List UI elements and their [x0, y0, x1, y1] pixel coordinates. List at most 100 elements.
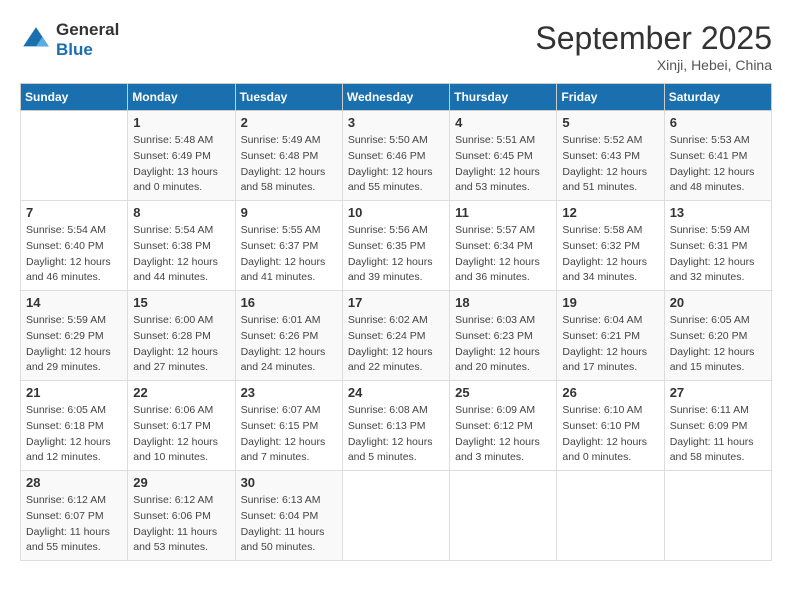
- day-number: 16: [241, 295, 337, 310]
- calendar-cell: 13 Sunrise: 5:59 AMSunset: 6:31 PMDayligh…: [664, 201, 771, 291]
- title-block: September 2025 Xinji, Hebei, China: [535, 20, 772, 73]
- page-header: General Blue September 2025 Xinji, Hebei…: [20, 20, 772, 73]
- day-number: 15: [133, 295, 229, 310]
- calendar-cell: 20 Sunrise: 6:05 AMSunset: 6:20 PMDayligh…: [664, 291, 771, 381]
- location-subtitle: Xinji, Hebei, China: [535, 57, 772, 73]
- day-info: Sunrise: 6:09 AMSunset: 6:12 PMDaylight:…: [455, 403, 551, 466]
- day-number: 7: [26, 205, 122, 220]
- calendar-cell: 18 Sunrise: 6:03 AMSunset: 6:23 PMDayligh…: [450, 291, 557, 381]
- day-info: Sunrise: 6:06 AMSunset: 6:17 PMDaylight:…: [133, 403, 229, 466]
- day-number: 21: [26, 385, 122, 400]
- calendar-table: SundayMondayTuesdayWednesdayThursdayFrid…: [20, 83, 772, 561]
- calendar-cell: 22 Sunrise: 6:06 AMSunset: 6:17 PMDayligh…: [128, 381, 235, 471]
- calendar-cell: 29 Sunrise: 6:12 AMSunset: 6:06 PMDayligh…: [128, 471, 235, 561]
- day-number: 29: [133, 475, 229, 490]
- day-number: 22: [133, 385, 229, 400]
- calendar-cell: 19 Sunrise: 6:04 AMSunset: 6:21 PMDayligh…: [557, 291, 664, 381]
- day-number: 11: [455, 205, 551, 220]
- calendar-cell: [664, 471, 771, 561]
- header-friday: Friday: [557, 84, 664, 111]
- day-number: 26: [562, 385, 658, 400]
- day-number: 18: [455, 295, 551, 310]
- day-info: Sunrise: 5:54 AMSunset: 6:38 PMDaylight:…: [133, 223, 229, 286]
- day-info: Sunrise: 5:57 AMSunset: 6:34 PMDaylight:…: [455, 223, 551, 286]
- day-number: 5: [562, 115, 658, 130]
- day-info: Sunrise: 5:52 AMSunset: 6:43 PMDaylight:…: [562, 133, 658, 196]
- day-number: 2: [241, 115, 337, 130]
- day-info: Sunrise: 6:11 AMSunset: 6:09 PMDaylight:…: [670, 403, 766, 466]
- day-number: 8: [133, 205, 229, 220]
- calendar-cell: 11 Sunrise: 5:57 AMSunset: 6:34 PMDayligh…: [450, 201, 557, 291]
- day-number: 23: [241, 385, 337, 400]
- calendar-cell: [342, 471, 449, 561]
- header-wednesday: Wednesday: [342, 84, 449, 111]
- calendar-cell: 3 Sunrise: 5:50 AMSunset: 6:46 PMDaylight…: [342, 111, 449, 201]
- day-info: Sunrise: 6:03 AMSunset: 6:23 PMDaylight:…: [455, 313, 551, 376]
- calendar-cell: 4 Sunrise: 5:51 AMSunset: 6:45 PMDaylight…: [450, 111, 557, 201]
- day-info: Sunrise: 5:59 AMSunset: 6:31 PMDaylight:…: [670, 223, 766, 286]
- calendar-week-row: 14Sunrise: 5:59 AMSunset: 6:29 PMDayligh…: [21, 291, 772, 381]
- day-info: Sunrise: 6:10 AMSunset: 6:10 PMDaylight:…: [562, 403, 658, 466]
- calendar-cell: 12Sunrise: 5:58 AMSunset: 6:32 PMDayligh…: [557, 201, 664, 291]
- day-number: 3: [348, 115, 444, 130]
- day-number: 10: [348, 205, 444, 220]
- day-number: 30: [241, 475, 337, 490]
- header-saturday: Saturday: [664, 84, 771, 111]
- day-number: 1: [133, 115, 229, 130]
- calendar-cell: 17Sunrise: 6:02 AMSunset: 6:24 PMDayligh…: [342, 291, 449, 381]
- day-number: 20: [670, 295, 766, 310]
- header-tuesday: Tuesday: [235, 84, 342, 111]
- calendar-cell: [450, 471, 557, 561]
- calendar-header-row: SundayMondayTuesdayWednesdayThursdayFrid…: [21, 84, 772, 111]
- day-number: 24: [348, 385, 444, 400]
- day-info: Sunrise: 5:50 AMSunset: 6:46 PMDaylight:…: [348, 133, 444, 196]
- day-info: Sunrise: 5:54 AMSunset: 6:40 PMDaylight:…: [26, 223, 122, 286]
- day-info: Sunrise: 6:07 AMSunset: 6:15 PMDaylight:…: [241, 403, 337, 466]
- logo-icon: [20, 24, 52, 56]
- day-number: 17: [348, 295, 444, 310]
- calendar-cell: 15 Sunrise: 6:00 AMSunset: 6:28 PMDayligh…: [128, 291, 235, 381]
- day-info: Sunrise: 5:51 AMSunset: 6:45 PMDaylight:…: [455, 133, 551, 196]
- calendar-cell: [21, 111, 128, 201]
- day-info: Sunrise: 5:53 AMSunset: 6:41 PMDaylight:…: [670, 133, 766, 196]
- calendar-cell: 28 Sunrise: 6:12 AMSunset: 6:07 PMDayligh…: [21, 471, 128, 561]
- month-title: September 2025: [535, 20, 772, 57]
- calendar-cell: 24 Sunrise: 6:08 AMSunset: 6:13 PMDayligh…: [342, 381, 449, 471]
- calendar-cell: 25Sunrise: 6:09 AMSunset: 6:12 PMDayligh…: [450, 381, 557, 471]
- header-thursday: Thursday: [450, 84, 557, 111]
- day-info: Sunrise: 6:05 AMSunset: 6:20 PMDaylight:…: [670, 313, 766, 376]
- day-info: Sunrise: 6:04 AMSunset: 6:21 PMDaylight:…: [562, 313, 658, 376]
- calendar-week-row: 28 Sunrise: 6:12 AMSunset: 6:07 PMDayligh…: [21, 471, 772, 561]
- calendar-cell: 14Sunrise: 5:59 AMSunset: 6:29 PMDayligh…: [21, 291, 128, 381]
- calendar-cell: 1 Sunrise: 5:48 AMSunset: 6:49 PMDaylight…: [128, 111, 235, 201]
- day-info: Sunrise: 5:49 AMSunset: 6:48 PMDaylight:…: [241, 133, 337, 196]
- calendar-cell: 5 Sunrise: 5:52 AMSunset: 6:43 PMDaylight…: [557, 111, 664, 201]
- calendar-cell: 27Sunrise: 6:11 AMSunset: 6:09 PMDayligh…: [664, 381, 771, 471]
- calendar-cell: 8 Sunrise: 5:54 AMSunset: 6:38 PMDaylight…: [128, 201, 235, 291]
- calendar-cell: 6 Sunrise: 5:53 AMSunset: 6:41 PMDaylight…: [664, 111, 771, 201]
- calendar-cell: 10Sunrise: 5:56 AMSunset: 6:35 PMDayligh…: [342, 201, 449, 291]
- day-info: Sunrise: 6:00 AMSunset: 6:28 PMDaylight:…: [133, 313, 229, 376]
- calendar-cell: 7 Sunrise: 5:54 AMSunset: 6:40 PMDaylight…: [21, 201, 128, 291]
- header-sunday: Sunday: [21, 84, 128, 111]
- logo-text: General Blue: [56, 20, 119, 60]
- calendar-cell: [557, 471, 664, 561]
- calendar-cell: 2 Sunrise: 5:49 AMSunset: 6:48 PMDaylight…: [235, 111, 342, 201]
- calendar-cell: 16Sunrise: 6:01 AMSunset: 6:26 PMDayligh…: [235, 291, 342, 381]
- day-info: Sunrise: 6:12 AMSunset: 6:06 PMDaylight:…: [133, 493, 229, 556]
- day-info: Sunrise: 6:05 AMSunset: 6:18 PMDaylight:…: [26, 403, 122, 466]
- day-number: 28: [26, 475, 122, 490]
- header-monday: Monday: [128, 84, 235, 111]
- day-info: Sunrise: 6:12 AMSunset: 6:07 PMDaylight:…: [26, 493, 122, 556]
- day-info: Sunrise: 6:08 AMSunset: 6:13 PMDaylight:…: [348, 403, 444, 466]
- day-info: Sunrise: 5:59 AMSunset: 6:29 PMDaylight:…: [26, 313, 122, 376]
- day-info: Sunrise: 5:55 AMSunset: 6:37 PMDaylight:…: [241, 223, 337, 286]
- day-number: 6: [670, 115, 766, 130]
- day-number: 4: [455, 115, 551, 130]
- day-info: Sunrise: 6:13 AMSunset: 6:04 PMDaylight:…: [241, 493, 337, 556]
- day-number: 13: [670, 205, 766, 220]
- calendar-cell: 23 Sunrise: 6:07 AMSunset: 6:15 PMDayligh…: [235, 381, 342, 471]
- day-info: Sunrise: 5:48 AMSunset: 6:49 PMDaylight:…: [133, 133, 229, 196]
- day-number: 19: [562, 295, 658, 310]
- calendar-cell: 26 Sunrise: 6:10 AMSunset: 6:10 PMDayligh…: [557, 381, 664, 471]
